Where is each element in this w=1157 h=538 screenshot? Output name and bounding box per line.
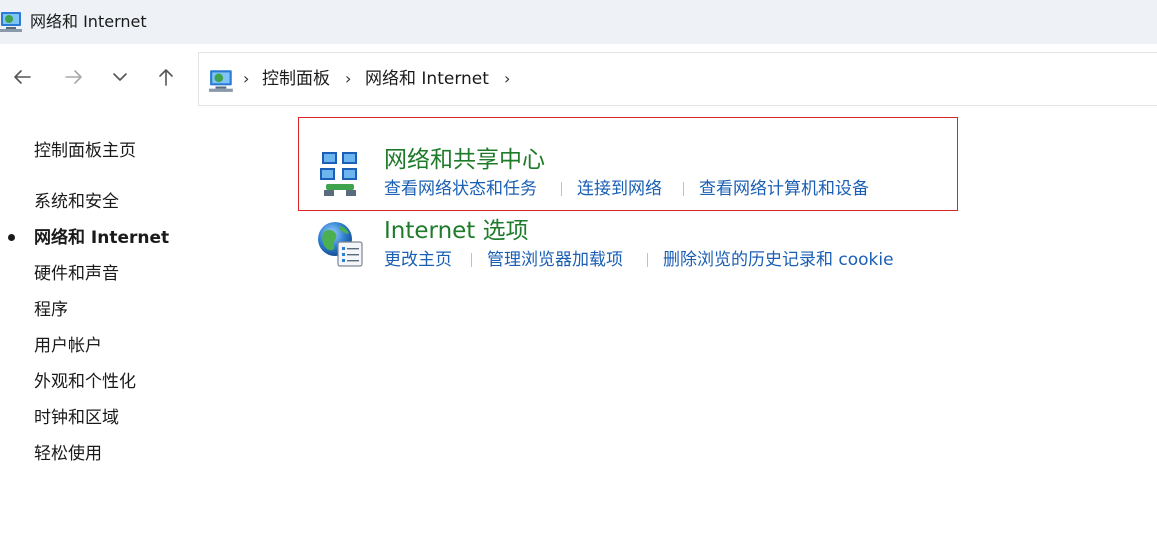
title-bar: 网络和 Internet bbox=[0, 0, 1157, 44]
active-indicator bbox=[8, 234, 15, 241]
link-delete-browsing-history[interactable]: 删除浏览的历史记录和 cookie bbox=[663, 248, 894, 272]
navigation-bar: › 控制面板 › 网络和 Internet › bbox=[0, 44, 1157, 108]
breadcrumb-separator[interactable]: › bbox=[345, 68, 357, 90]
sidebar-item-clock-region[interactable]: 时钟和区域 bbox=[34, 406, 119, 430]
window-title: 网络和 Internet bbox=[30, 12, 147, 31]
control-panel-icon bbox=[0, 12, 22, 32]
sidebar-item-system-security[interactable]: 系统和安全 bbox=[34, 190, 119, 214]
sidebar-item-appearance[interactable]: 外观和个性化 bbox=[34, 370, 136, 394]
link-divider bbox=[561, 182, 562, 196]
breadcrumb-control-panel[interactable]: 控制面板 bbox=[262, 67, 330, 91]
sidebar-item-programs[interactable]: 程序 bbox=[34, 298, 68, 322]
forward-button[interactable] bbox=[59, 62, 89, 92]
link-view-network-status[interactable]: 查看网络状态和任务 bbox=[384, 177, 537, 201]
breadcrumb-separator[interactable]: › bbox=[504, 68, 516, 90]
sidebar-item-ease-of-access[interactable]: 轻松使用 bbox=[34, 442, 102, 466]
address-bar[interactable]: › 控制面板 › 网络和 Internet › bbox=[198, 52, 1157, 106]
link-divider bbox=[683, 182, 684, 196]
link-change-homepage[interactable]: 更改主页 bbox=[384, 248, 452, 272]
recent-locations-button[interactable] bbox=[105, 62, 135, 92]
sidebar-item-hardware-sound[interactable]: 硬件和声音 bbox=[34, 262, 119, 286]
internet-options-icon bbox=[318, 222, 363, 267]
link-divider bbox=[647, 253, 648, 267]
chevron-down-icon bbox=[113, 73, 127, 81]
sidebar-item-control-panel-home[interactable]: 控制面板主页 bbox=[34, 139, 136, 163]
breadcrumb-network-internet[interactable]: 网络和 Internet bbox=[365, 67, 489, 91]
back-button[interactable] bbox=[7, 62, 37, 92]
link-divider bbox=[471, 253, 472, 267]
sidebar-item-user-accounts[interactable]: 用户帐户 bbox=[34, 334, 102, 358]
breadcrumb-separator[interactable]: › bbox=[243, 68, 255, 90]
arrow-left-icon bbox=[14, 70, 31, 84]
category-title-network-sharing[interactable]: 网络和共享中心 bbox=[384, 145, 545, 175]
control-panel-icon bbox=[209, 70, 233, 92]
link-manage-addons[interactable]: 管理浏览器加载项 bbox=[487, 248, 623, 272]
up-button[interactable] bbox=[151, 62, 181, 92]
sidebar-item-network-internet[interactable]: 网络和 Internet bbox=[34, 226, 169, 250]
arrow-right-icon bbox=[65, 70, 82, 84]
arrow-up-icon bbox=[159, 69, 173, 86]
network-sharing-icon bbox=[320, 152, 357, 196]
category-title-internet-options[interactable]: Internet 选项 bbox=[384, 216, 529, 246]
link-connect-to-network[interactable]: 连接到网络 bbox=[577, 177, 662, 201]
link-view-network-computers[interactable]: 查看网络计算机和设备 bbox=[699, 177, 869, 201]
